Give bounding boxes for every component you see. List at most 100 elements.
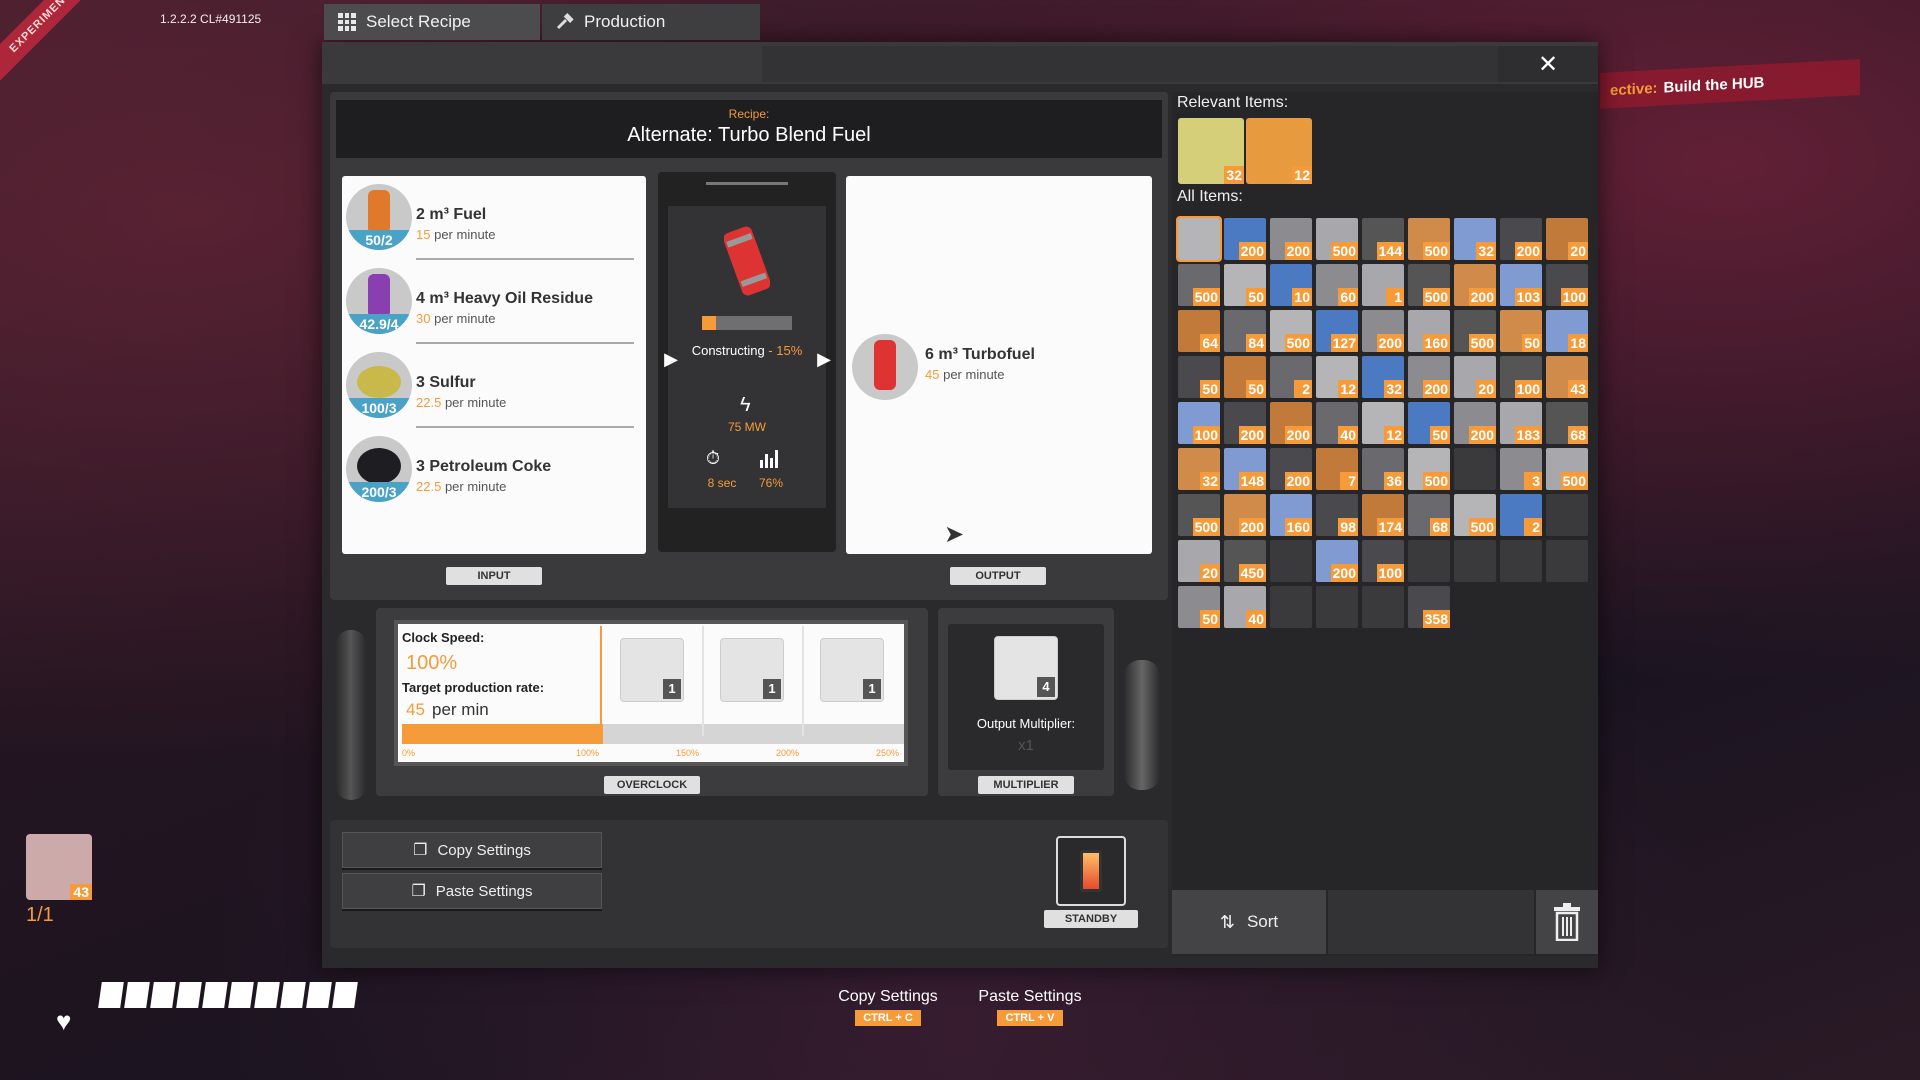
tab-production[interactable]: Production <box>542 4 760 40</box>
item-slot[interactable]: 200 <box>1316 540 1358 582</box>
prev-arrow-icon[interactable]: ▶ <box>662 344 680 374</box>
item-slot[interactable]: 358 <box>1408 586 1450 628</box>
item-slot[interactable]: 500 <box>1178 494 1220 536</box>
item-slot[interactable]: 200 <box>1362 310 1404 352</box>
power-shard-slot[interactable]: 1 <box>620 638 684 702</box>
item-count: 200 <box>1238 426 1266 444</box>
input-item[interactable]: 42.9/4 4 m³ Heavy Oil Residue 30 per min… <box>342 260 646 344</box>
item-slot[interactable]: 50 <box>1408 402 1450 444</box>
item-slot[interactable]: 10 <box>1270 264 1312 306</box>
item-slot[interactable]: 40 <box>1224 586 1266 628</box>
next-arrow-icon[interactable]: ▶ <box>815 344 833 374</box>
item-slot[interactable]: 3 <box>1500 448 1542 490</box>
item-slot[interactable]: 500 <box>1270 310 1312 352</box>
relevant-item[interactable]: 12 <box>1246 118 1312 184</box>
item-slot[interactable]: 100 <box>1362 540 1404 582</box>
item-slot[interactable]: 2 <box>1500 494 1542 536</box>
item-slot[interactable]: 43 <box>1546 356 1588 398</box>
item-slot[interactable]: 200 <box>1408 356 1450 398</box>
item-slot[interactable]: 20 <box>1178 540 1220 582</box>
item-slot[interactable]: 1 <box>1362 264 1404 306</box>
item-slot[interactable]: 500 <box>1316 218 1358 260</box>
item-slot[interactable]: 32 <box>1178 448 1220 490</box>
clock-slider[interactable] <box>402 724 904 744</box>
input-item[interactable]: 50/2 2 m³ Fuel 15 per minute <box>342 176 646 260</box>
item-slot[interactable]: 100 <box>1546 264 1588 306</box>
item-slot[interactable]: 500 <box>1408 264 1450 306</box>
item-slot[interactable]: 32 <box>1362 356 1404 398</box>
item-slot[interactable]: 174 <box>1362 494 1404 536</box>
item-slot[interactable]: 50 <box>1178 356 1220 398</box>
health-segment <box>176 982 202 1008</box>
paste-icon: ❐ <box>411 883 426 900</box>
close-button[interactable]: ✕ <box>1498 46 1598 82</box>
paste-settings-button[interactable]: ❐ Paste Settings <box>342 873 602 909</box>
item-slot[interactable]: 500 <box>1454 310 1496 352</box>
pipe-right <box>1124 660 1160 790</box>
item-slot[interactable]: 12 <box>1362 402 1404 444</box>
item-slot[interactable] <box>1176 216 1222 262</box>
item-slot[interactable]: 50 <box>1224 356 1266 398</box>
item-slot[interactable]: 50 <box>1178 586 1220 628</box>
status-label: Constructing <box>691 343 765 358</box>
item-slot[interactable]: 98 <box>1316 494 1358 536</box>
item-slot[interactable]: 60 <box>1316 264 1358 306</box>
item-slot[interactable]: 103 <box>1500 264 1542 306</box>
sort-button[interactable]: ⇅ Sort <box>1172 890 1326 954</box>
item-slot[interactable]: 160 <box>1270 494 1312 536</box>
input-item[interactable]: 200/3 3 Petroleum Coke 22.5 per minute <box>342 428 646 512</box>
item-slot[interactable]: 20 <box>1546 218 1588 260</box>
item-slot[interactable]: 7 <box>1316 448 1358 490</box>
item-count: 100 <box>1560 288 1588 306</box>
item-slot[interactable]: 18 <box>1546 310 1588 352</box>
item-slot[interactable]: 127 <box>1316 310 1358 352</box>
standby-toggle[interactable] <box>1056 836 1126 906</box>
item-slot[interactable]: 50 <box>1224 264 1266 306</box>
sort-bar-filler <box>1328 890 1534 954</box>
item-slot[interactable]: 160 <box>1408 310 1450 352</box>
item-slot[interactable]: 183 <box>1500 402 1542 444</box>
item-count: 32 <box>1200 472 1220 490</box>
target-rate-input[interactable]: 45 <box>406 700 425 720</box>
item-slot[interactable]: 200 <box>1500 218 1542 260</box>
item-slot[interactable]: 68 <box>1408 494 1450 536</box>
item-slot[interactable]: 36 <box>1362 448 1404 490</box>
item-slot[interactable]: 84 <box>1224 310 1266 352</box>
item-slot[interactable]: 200 <box>1454 264 1496 306</box>
item-slot[interactable]: 32 <box>1454 218 1496 260</box>
power-shard-slot[interactable]: 1 <box>720 638 784 702</box>
item-slot[interactable]: 200 <box>1224 494 1266 536</box>
clock-speed-input[interactable]: 100% <box>406 652 457 675</box>
item-slot[interactable]: 12 <box>1316 356 1358 398</box>
tab-select-recipe[interactable]: Select Recipe <box>324 4 540 40</box>
item-slot[interactable]: 200 <box>1224 402 1266 444</box>
item-slot[interactable]: 200 <box>1270 402 1312 444</box>
item-slot[interactable]: 500 <box>1454 494 1496 536</box>
item-slot[interactable]: 64 <box>1178 310 1220 352</box>
item-slot[interactable]: 144 <box>1362 218 1404 260</box>
item-slot[interactable]: 100 <box>1500 356 1542 398</box>
item-slot[interactable]: 450 <box>1224 540 1266 582</box>
item-slot[interactable]: 200 <box>1454 402 1496 444</box>
item-slot[interactable]: 2 <box>1270 356 1312 398</box>
item-slot[interactable]: 20 <box>1454 356 1496 398</box>
item-slot[interactable]: 200 <box>1224 218 1266 260</box>
item-slot[interactable]: 40 <box>1316 402 1358 444</box>
copy-settings-button[interactable]: ❐ Copy Settings <box>342 832 602 868</box>
item-slot[interactable]: 68 <box>1546 402 1588 444</box>
item-slot[interactable]: 500 <box>1408 448 1450 490</box>
item-count: 50 <box>1246 288 1266 306</box>
item-slot[interactable]: 500 <box>1546 448 1588 490</box>
somersloop-slot[interactable]: 4 <box>994 636 1058 700</box>
relevant-item[interactable]: 32 <box>1178 118 1244 184</box>
item-slot[interactable]: 200 <box>1270 448 1312 490</box>
trash-button[interactable] <box>1536 890 1598 954</box>
input-item[interactable]: 100/3 3 Sulfur 22.5 per minute <box>342 344 646 428</box>
item-slot[interactable]: 50 <box>1500 310 1542 352</box>
item-slot[interactable]: 148 <box>1224 448 1266 490</box>
power-shard-slot[interactable]: 1 <box>820 638 884 702</box>
item-slot[interactable]: 200 <box>1270 218 1312 260</box>
item-slot[interactable]: 500 <box>1178 264 1220 306</box>
item-slot[interactable]: 500 <box>1408 218 1450 260</box>
item-slot[interactable]: 100 <box>1178 402 1220 444</box>
